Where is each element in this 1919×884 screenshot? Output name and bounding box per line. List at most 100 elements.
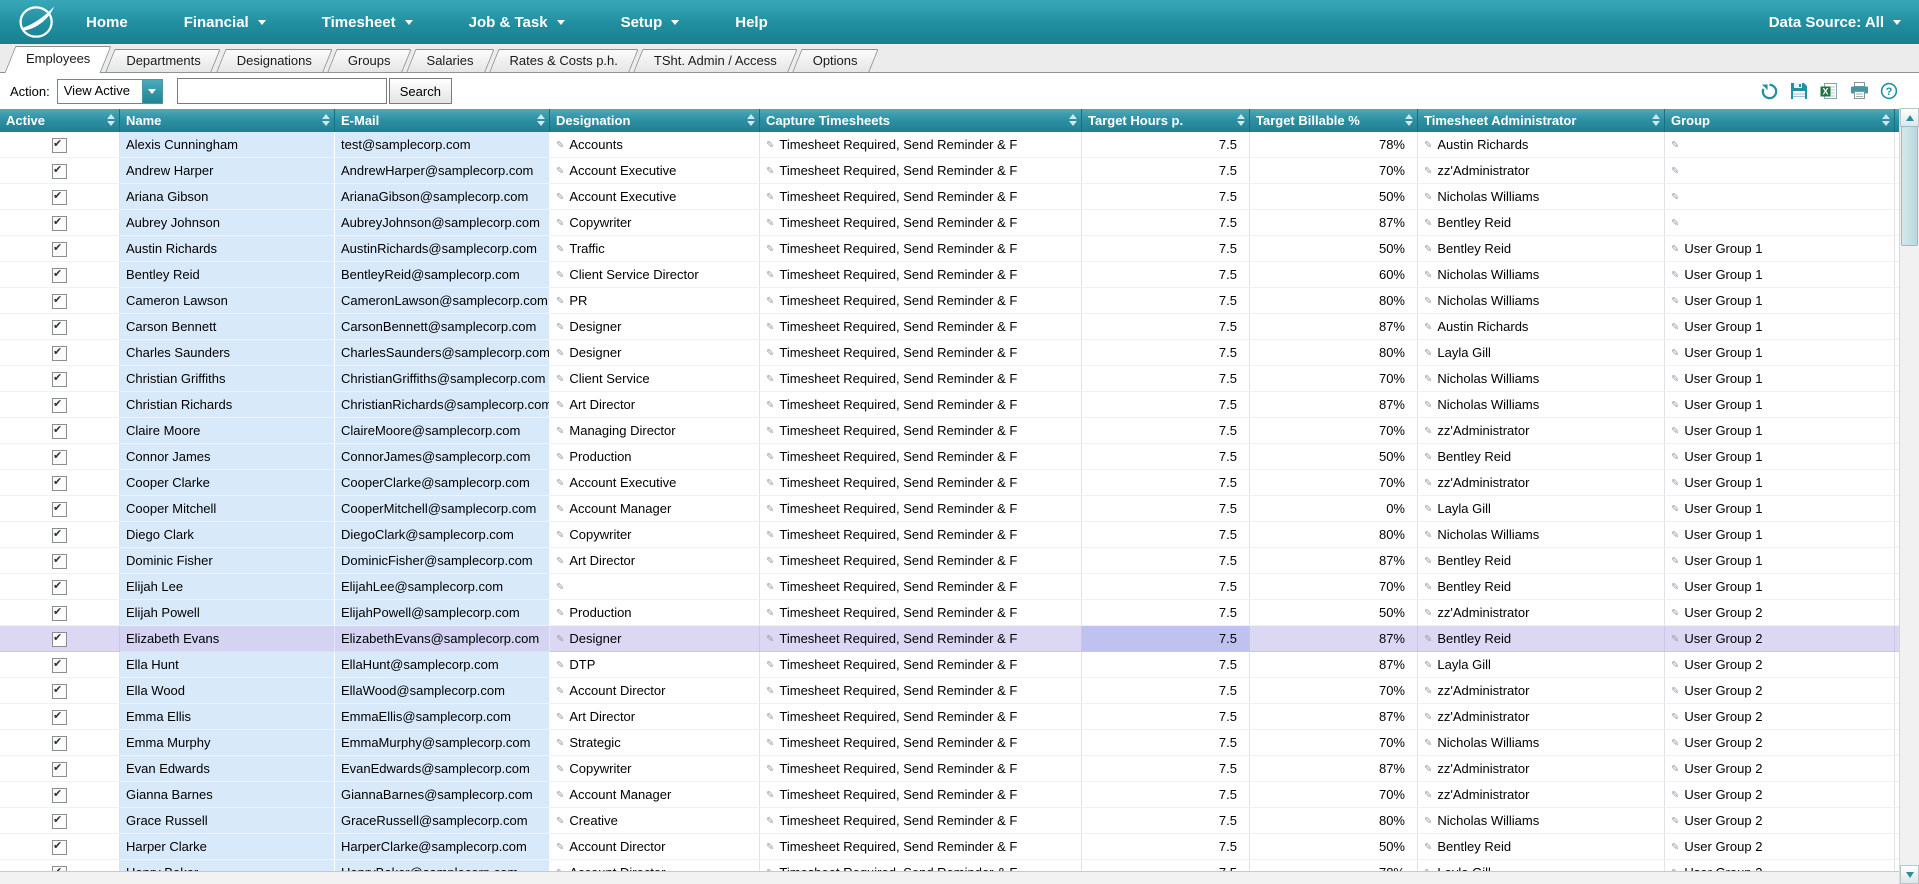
column-header[interactable]: Name xyxy=(119,108,335,132)
timesheet-admin-cell[interactable]: Layla Gill xyxy=(1417,651,1665,678)
target-hours-cell[interactable]: 7.5 xyxy=(1081,729,1250,756)
group-cell[interactable]: User Group 2 xyxy=(1664,677,1895,704)
target-hours-cell[interactable]: 7.5 xyxy=(1081,132,1250,158)
target-hours-cell[interactable]: 7.5 xyxy=(1081,391,1250,418)
email-cell[interactable]: CharlesSaunders@samplecorp.com xyxy=(334,339,550,366)
group-cell[interactable]: User Group 1 xyxy=(1664,313,1895,340)
table-row[interactable]: Bentley Reid BentleyReid@samplecorp.com … xyxy=(0,261,1900,288)
group-cell[interactable]: User Group 1 xyxy=(1664,287,1895,314)
nav-menu-item[interactable]: Financial xyxy=(184,14,266,31)
column-header[interactable]: E-Mail xyxy=(334,108,550,132)
target-billable-cell[interactable]: 80% xyxy=(1249,287,1418,314)
action-select-arrow-button[interactable] xyxy=(141,79,162,103)
capture-timesheets-cell[interactable]: Timesheet Required, Send Reminder & F xyxy=(759,287,1082,314)
table-row[interactable]: Cameron Lawson CameronLawson@samplecorp.… xyxy=(0,287,1900,314)
target-hours-cell[interactable]: 7.5 xyxy=(1081,443,1250,470)
tab[interactable]: Options xyxy=(797,49,874,72)
group-cell[interactable] xyxy=(1664,209,1895,236)
target-billable-cell[interactable]: 50% xyxy=(1249,599,1418,626)
email-cell[interactable]: BentleyReid@samplecorp.com xyxy=(334,261,550,288)
name-cell[interactable]: Cameron Lawson xyxy=(119,287,335,314)
capture-timesheets-cell[interactable]: Timesheet Required, Send Reminder & F xyxy=(759,339,1082,366)
name-cell[interactable]: Elijah Powell xyxy=(119,599,335,626)
active-checkbox[interactable] xyxy=(52,189,67,205)
group-cell[interactable] xyxy=(1664,132,1895,158)
email-cell[interactable]: EvanEdwards@samplecorp.com xyxy=(334,755,550,782)
column-header[interactable]: Timesheet Administrator xyxy=(1417,108,1665,132)
scroll-up-button[interactable] xyxy=(1900,108,1919,127)
target-billable-cell[interactable]: 87% xyxy=(1249,651,1418,678)
timesheet-admin-cell[interactable]: Bentley Reid xyxy=(1417,573,1665,600)
column-header[interactable]: Target Hours p. xyxy=(1081,108,1250,132)
email-cell[interactable]: ConnorJames@samplecorp.com xyxy=(334,443,550,470)
name-cell[interactable]: Ella Wood xyxy=(119,677,335,704)
timesheet-admin-cell[interactable]: Bentley Reid xyxy=(1417,625,1665,652)
designation-cell[interactable]: Traffic xyxy=(549,235,760,262)
email-cell[interactable]: ClaireMoore@samplecorp.com xyxy=(334,417,550,444)
capture-timesheets-cell[interactable]: Timesheet Required, Send Reminder & F xyxy=(759,807,1082,834)
name-cell[interactable]: Bentley Reid xyxy=(119,261,335,288)
timesheet-admin-cell[interactable]: Bentley Reid xyxy=(1417,547,1665,574)
designation-cell[interactable]: Account Executive xyxy=(549,469,760,496)
nav-menu-item[interactable]: Help xyxy=(735,14,768,31)
target-hours-cell[interactable]: 7.5 xyxy=(1081,495,1250,522)
active-checkbox[interactable] xyxy=(52,449,67,465)
target-billable-cell[interactable]: 87% xyxy=(1249,755,1418,782)
group-cell[interactable]: User Group 2 xyxy=(1664,651,1895,678)
designation-cell[interactable]: Strategic xyxy=(549,729,760,756)
table-row[interactable]: Ella Wood EllaWood@samplecorp.com Accoun… xyxy=(0,677,1900,704)
name-cell[interactable]: Aubrey Johnson xyxy=(119,209,335,236)
target-billable-cell[interactable]: 80% xyxy=(1249,807,1418,834)
timesheet-admin-cell[interactable]: zz'Administrator xyxy=(1417,781,1665,808)
table-row[interactable]: Elizabeth Evans ElizabethEvans@samplecor… xyxy=(0,625,1900,652)
target-hours-cell[interactable]: 7.5 xyxy=(1081,287,1250,314)
name-cell[interactable]: Claire Moore xyxy=(119,417,335,444)
name-cell[interactable]: Cooper Mitchell xyxy=(119,495,335,522)
designation-cell[interactable]: PR xyxy=(549,287,760,314)
group-cell[interactable]: User Group 1 xyxy=(1664,443,1895,470)
email-cell[interactable]: ElizabethEvans@samplecorp.com xyxy=(334,625,550,652)
group-cell[interactable]: User Group 2 xyxy=(1664,625,1895,652)
email-cell[interactable]: HarperClarke@samplecorp.com xyxy=(334,833,550,860)
target-hours-cell[interactable]: 7.5 xyxy=(1081,469,1250,496)
designation-cell[interactable]: Account Director xyxy=(549,833,760,860)
nav-menu-item[interactable]: Setup xyxy=(621,14,680,31)
capture-timesheets-cell[interactable]: Timesheet Required, Send Reminder & F xyxy=(759,132,1082,158)
group-cell[interactable]: User Group 2 xyxy=(1664,781,1895,808)
capture-timesheets-cell[interactable]: Timesheet Required, Send Reminder & F xyxy=(759,521,1082,548)
table-row[interactable]: Evan Edwards EvanEdwards@samplecorp.com … xyxy=(0,755,1900,782)
designation-cell[interactable]: Accounts xyxy=(549,132,760,158)
designation-cell[interactable] xyxy=(549,573,760,600)
table-row[interactable]: Diego Clark DiegoClark@samplecorp.com Co… xyxy=(0,521,1900,548)
capture-timesheets-cell[interactable]: Timesheet Required, Send Reminder & F xyxy=(759,599,1082,626)
scroll-down-button[interactable] xyxy=(1900,865,1919,884)
designation-cell[interactable]: Art Director xyxy=(549,703,760,730)
group-cell[interactable]: User Group 2 xyxy=(1664,599,1895,626)
target-hours-cell[interactable]: 7.5 xyxy=(1081,209,1250,236)
email-cell[interactable]: GraceRussell@samplecorp.com xyxy=(334,807,550,834)
capture-timesheets-cell[interactable]: Timesheet Required, Send Reminder & F xyxy=(759,495,1082,522)
active-checkbox[interactable] xyxy=(52,579,67,595)
capture-timesheets-cell[interactable]: Timesheet Required, Send Reminder & F xyxy=(759,651,1082,678)
name-cell[interactable]: Emma Murphy xyxy=(119,729,335,756)
active-checkbox[interactable] xyxy=(52,605,67,621)
email-cell[interactable]: EllaWood@samplecorp.com xyxy=(334,677,550,704)
target-hours-cell[interactable]: 7.5 xyxy=(1081,339,1250,366)
designation-cell[interactable]: Copywriter xyxy=(549,755,760,782)
target-billable-cell[interactable]: 50% xyxy=(1249,443,1418,470)
email-cell[interactable]: ArianaGibson@samplecorp.com xyxy=(334,183,550,210)
target-billable-cell[interactable]: 50% xyxy=(1249,235,1418,262)
email-cell[interactable]: CooperClarke@samplecorp.com xyxy=(334,469,550,496)
capture-timesheets-cell[interactable]: Timesheet Required, Send Reminder & F xyxy=(759,157,1082,184)
timesheet-admin-cell[interactable]: zz'Administrator xyxy=(1417,755,1665,782)
email-cell[interactable]: AndrewHarper@samplecorp.com xyxy=(334,157,550,184)
capture-timesheets-cell[interactable]: Timesheet Required, Send Reminder & F xyxy=(759,209,1082,236)
timesheet-admin-cell[interactable]: Nicholas Williams xyxy=(1417,729,1665,756)
table-row[interactable]: Cooper Mitchell CooperMitchell@samplecor… xyxy=(0,495,1900,522)
timesheet-admin-cell[interactable]: Bentley Reid xyxy=(1417,833,1665,860)
target-hours-cell[interactable]: 7.5 xyxy=(1081,807,1250,834)
designation-cell[interactable]: Designer xyxy=(549,339,760,366)
email-cell[interactable]: ElijahPowell@samplecorp.com xyxy=(334,599,550,626)
capture-timesheets-cell[interactable]: Timesheet Required, Send Reminder & F xyxy=(759,625,1082,652)
table-row[interactable]: Charles Saunders CharlesSaunders@samplec… xyxy=(0,339,1900,366)
